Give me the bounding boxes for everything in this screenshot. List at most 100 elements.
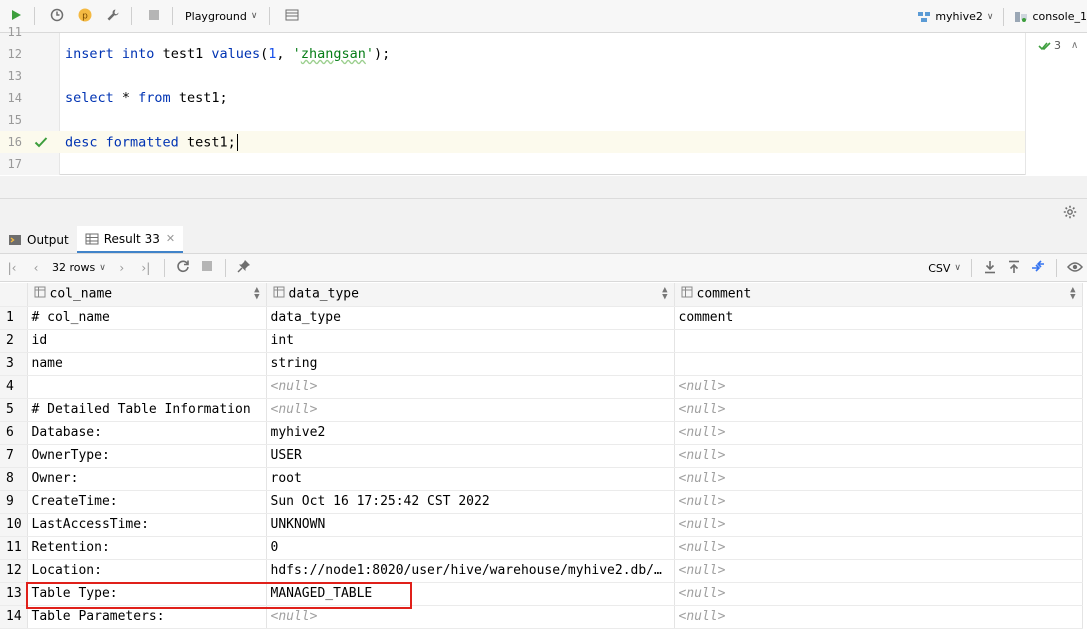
- code-text[interactable]: select * from test1;: [65, 90, 228, 106]
- tab-output[interactable]: Output: [0, 226, 77, 253]
- row-number-header: [0, 283, 28, 307]
- row-number: 3: [0, 352, 28, 376]
- table-row[interactable]: 1 # col_name data_type comment: [0, 306, 1083, 330]
- double-check-icon: [1038, 40, 1052, 52]
- row-number: 12: [0, 559, 28, 583]
- cell-data-type[interactable]: myhive2: [266, 421, 675, 445]
- cell-comment[interactable]: comment: [674, 306, 1083, 330]
- column-header-data-type[interactable]: data_type ▲ ▼: [266, 283, 675, 307]
- cell-col-name[interactable]: OwnerType:: [27, 444, 267, 468]
- stop-query-button[interactable]: [195, 256, 219, 280]
- gear-icon[interactable]: [1063, 205, 1077, 222]
- sort-icon[interactable]: ▲ ▼: [254, 286, 259, 302]
- cell-col-name[interactable]: # Detailed Table Information: [27, 398, 267, 422]
- refresh-icon: [176, 259, 190, 276]
- export-format-dropdown[interactable]: CSV ∨: [924, 262, 965, 275]
- table-row[interactable]: 11 Retention: 0 <null>: [0, 536, 1083, 560]
- cell-col-name[interactable]: Retention:: [27, 536, 267, 560]
- cell-data-type[interactable]: <null>: [266, 398, 675, 422]
- cell-col-name[interactable]: Owner:: [27, 467, 267, 491]
- cell-comment[interactable]: [674, 329, 1083, 353]
- cell-comment[interactable]: <null>: [674, 421, 1083, 445]
- code-text[interactable]: insert into test1 values(1, 'zhangsan');: [65, 46, 390, 62]
- cell-col-name[interactable]: id: [27, 329, 267, 353]
- sort-icon[interactable]: ▲ ▼: [1070, 286, 1075, 302]
- table-row[interactable]: 7 OwnerType: USER <null>: [0, 444, 1083, 468]
- table-row[interactable]: 4 <null> <null>: [0, 375, 1083, 399]
- output-console-icon: [8, 234, 22, 246]
- sql-editor[interactable]: 11 12 insert into test1 values(1, 'zhang…: [0, 25, 1087, 175]
- chevron-up-icon[interactable]: ∧: [1071, 40, 1078, 51]
- sort-icon[interactable]: ▲ ▼: [662, 286, 667, 302]
- tab-result[interactable]: Result 33 ✕: [76, 226, 184, 253]
- compare-button[interactable]: [1026, 256, 1050, 280]
- cell-data-type[interactable]: hdfs://node1:8020/user/hive/warehouse/my…: [266, 559, 675, 583]
- cell-comment[interactable]: <null>: [674, 605, 1083, 629]
- column-header-col-name[interactable]: col_name ▲ ▼: [27, 283, 267, 307]
- cell-data-type[interactable]: Sun Oct 16 17:25:42 CST 2022: [266, 490, 675, 514]
- cell-comment[interactable]: <null>: [674, 490, 1083, 514]
- table-row[interactable]: 3 name string: [0, 352, 1083, 376]
- cell-data-type[interactable]: <null>: [266, 375, 675, 399]
- chevron-left-icon: ‹: [33, 260, 39, 275]
- close-icon[interactable]: ✕: [166, 232, 175, 245]
- first-page-button[interactable]: |‹: [0, 256, 24, 280]
- cell-comment[interactable]: <null>: [674, 582, 1083, 606]
- cell-col-name[interactable]: Database:: [27, 421, 267, 445]
- table-row[interactable]: 13 Table Type: MANAGED_TABLE <null>: [0, 582, 1083, 606]
- cell-col-name[interactable]: # col_name: [27, 306, 267, 330]
- line-number: 12: [7, 47, 22, 61]
- executed-check-icon: [28, 131, 54, 153]
- cell-col-name[interactable]: name: [27, 352, 267, 376]
- cell-data-type[interactable]: <null>: [266, 605, 675, 629]
- refresh-button[interactable]: [171, 256, 195, 280]
- table-row[interactable]: 12 Location: hdfs://node1:8020/user/hive/w…: [0, 559, 1083, 583]
- cell-comment[interactable]: [674, 352, 1083, 376]
- column-icon: [681, 286, 693, 302]
- cell-col-name[interactable]: LastAccessTime:: [27, 513, 267, 537]
- result-grid[interactable]: col_name ▲ ▼ data_type ▲ ▼ comment ▲ ▼ 1 # c…: [0, 283, 1087, 629]
- cell-comment[interactable]: <null>: [674, 513, 1083, 537]
- cell-comment[interactable]: <null>: [674, 536, 1083, 560]
- cell-col-name[interactable]: Table Parameters:: [27, 605, 267, 629]
- prev-page-button[interactable]: ‹: [24, 256, 48, 280]
- cell-col-name[interactable]: Table Type:: [27, 582, 267, 606]
- table-row[interactable]: 5 # Detailed Table Information <null> <null…: [0, 398, 1083, 422]
- cell-data-type[interactable]: UNKNOWN: [266, 513, 675, 537]
- cell-data-type[interactable]: root: [266, 467, 675, 491]
- export-button[interactable]: [978, 256, 1002, 280]
- pin-tab-button[interactable]: [232, 256, 256, 280]
- cell-comment[interactable]: <null>: [674, 444, 1083, 468]
- cell-data-type[interactable]: MANAGED_TABLE: [266, 582, 675, 606]
- column-header-comment[interactable]: comment ▲ ▼: [674, 283, 1083, 307]
- table-row[interactable]: 6 Database: myhive2 <null>: [0, 421, 1083, 445]
- table-row[interactable]: 9 CreateTime: Sun Oct 16 17:25:42 CST 2022…: [0, 490, 1083, 514]
- last-page-button[interactable]: ›|: [134, 256, 158, 280]
- table-row[interactable]: 10 LastAccessTime: UNKNOWN <null>: [0, 513, 1083, 537]
- table-row[interactable]: 8 Owner: root <null>: [0, 467, 1083, 491]
- next-page-button[interactable]: ›: [110, 256, 134, 280]
- cell-col-name[interactable]: Location:: [27, 559, 267, 583]
- cell-comment[interactable]: <null>: [674, 559, 1083, 583]
- cell-data-type[interactable]: int: [266, 329, 675, 353]
- editor-line: 14 select * from test1;: [0, 87, 1025, 109]
- cell-data-type[interactable]: data_type: [266, 306, 675, 330]
- rows-dropdown[interactable]: 32 rows ∨: [48, 261, 110, 274]
- cell-data-type[interactable]: 0: [266, 536, 675, 560]
- cell-col-name[interactable]: [27, 375, 267, 399]
- row-number: 13: [0, 582, 28, 606]
- cell-col-name[interactable]: CreateTime:: [27, 490, 267, 514]
- cell-comment[interactable]: <null>: [674, 467, 1083, 491]
- inspection-widget[interactable]: 3 ∧: [1038, 39, 1078, 52]
- cell-data-type[interactable]: USER: [266, 444, 675, 468]
- table-row[interactable]: 2 id int: [0, 329, 1083, 353]
- cell-comment[interactable]: <null>: [674, 375, 1083, 399]
- cell-data-type[interactable]: string: [266, 352, 675, 376]
- cell-comment[interactable]: <null>: [674, 398, 1083, 422]
- services-header: [0, 198, 1087, 226]
- code-text[interactable]: desc formatted test1;: [65, 133, 239, 151]
- table-row[interactable]: 14 Table Parameters: <null> <null>: [0, 605, 1083, 629]
- view-button[interactable]: [1063, 256, 1087, 280]
- console-label: console_1: [1032, 10, 1087, 23]
- import-button[interactable]: [1002, 256, 1026, 280]
